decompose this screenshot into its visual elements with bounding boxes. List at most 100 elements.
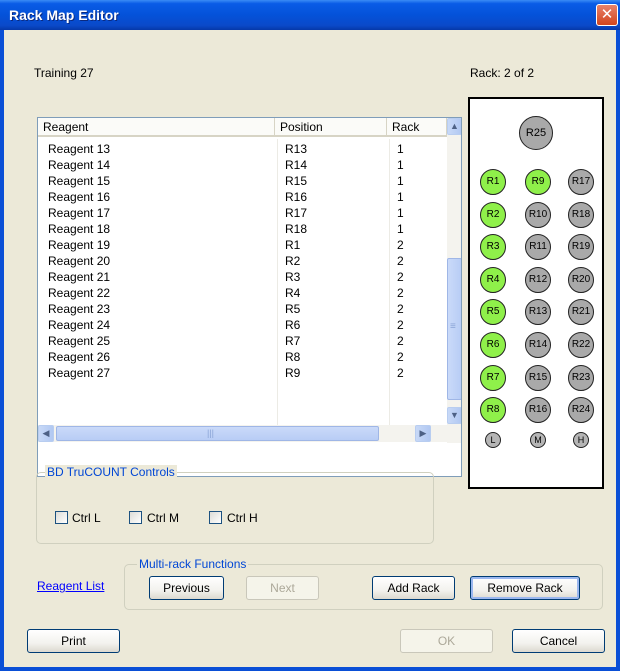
table-row[interactable]: Reagent 19 R1 2 [38,237,448,253]
print-button[interactable]: Print [27,629,120,653]
reagent-list-link[interactable]: Reagent List [37,579,104,593]
control-tube-h[interactable]: H [573,432,589,448]
tube-r23[interactable]: R23 [568,365,594,391]
table-row[interactable]: Reagent 15 R15 1 [38,173,448,189]
ctrl-l-checkbox[interactable] [55,511,68,524]
reagent-cell: Reagent 18 [48,222,111,236]
tube-r1[interactable]: R1 [480,169,506,195]
table-row[interactable]: Reagent 14 R14 1 [38,157,448,173]
horizontal-scroll-thumb[interactable]: ||| [56,426,379,441]
position-cell: R14 [285,158,308,172]
tube-r9[interactable]: R9 [525,169,551,195]
reagent-cell: Reagent 20 [48,254,111,268]
window-title: Rack Map Editor [9,7,119,23]
tube-r17[interactable]: R17 [568,169,594,195]
column-header-rack[interactable]: Rack [387,118,447,137]
ctrl-m-label: Ctrl M [147,511,179,525]
rack-cell: 1 [397,222,404,236]
tube-r25[interactable]: R25 [519,116,553,150]
tube-r14[interactable]: R14 [525,332,551,358]
table-row[interactable]: Reagent 13 R13 1 [38,141,448,157]
ctrl-m-checkbox[interactable] [129,511,142,524]
table-row[interactable]: Reagent 17 R17 1 [38,205,448,221]
next-button[interactable]: Next [246,576,319,600]
rack-cell: 2 [397,334,404,348]
position-cell: R8 [285,350,301,364]
reagent-cell: Reagent 15 [48,174,111,188]
scroll-up-icon[interactable]: ▲ [447,118,461,135]
previous-button[interactable]: Previous [149,576,224,600]
multirack-group-title: Multi-rack Functions [137,557,249,571]
tube-r8[interactable]: R8 [480,397,506,423]
ctrl-h-checkbox[interactable] [209,511,222,524]
reagent-table[interactable]: Reagent Position Rack Reagent 13 R13 1 Reag… [37,117,462,477]
add-rack-button[interactable]: Add Rack [372,576,455,600]
table-row[interactable]: Reagent 20 R2 2 [38,253,448,269]
scroll-right-icon[interactable]: ▶ [415,425,431,442]
ctrl-h-label: Ctrl H [227,511,258,525]
tube-r5[interactable]: R5 [480,299,506,325]
reagent-cell: Reagent 22 [48,286,111,300]
scroll-down-icon[interactable]: ▼ [447,407,461,424]
control-tube-m[interactable]: M [530,432,546,448]
table-row[interactable]: Reagent 21 R3 2 [38,269,448,285]
tube-r20[interactable]: R20 [568,267,594,293]
table-row[interactable]: Reagent 25 R7 2 [38,333,448,349]
tube-r3[interactable]: R3 [480,234,506,260]
tube-r12[interactable]: R12 [525,267,551,293]
table-row[interactable]: Reagent 18 R18 1 [38,221,448,237]
trucount-group-title: BD TruCOUNT Controls [45,465,177,479]
tube-r13[interactable]: R13 [525,299,551,325]
column-header-reagent[interactable]: Reagent [38,118,275,137]
horizontal-scrollbar[interactable]: ◀ ||| ▶ [38,425,447,442]
scroll-thumb[interactable]: ≡ [447,258,461,400]
reagent-cell: Reagent 16 [48,190,111,204]
remove-rack-button[interactable]: Remove Rack [470,576,580,600]
rack-cell: 1 [397,158,404,172]
position-cell: R17 [285,206,308,220]
table-row[interactable]: Reagent 26 R8 2 [38,349,448,365]
ctrl-l-label: Ctrl L [72,511,101,525]
vertical-scrollbar[interactable]: ▲ ≡ ▼ [447,118,461,443]
tube-r15[interactable]: R15 [525,365,551,391]
tube-r22[interactable]: R22 [568,332,594,358]
grip-icon: ||| [207,428,215,438]
column-header-position[interactable]: Position [275,118,387,137]
table-row[interactable]: Reagent 16 R16 1 [38,189,448,205]
rack-cell: 2 [397,350,404,364]
rack-cell: 2 [397,286,404,300]
reagent-cell: Reagent 24 [48,318,111,332]
tube-r16[interactable]: R16 [525,397,551,423]
tube-r19[interactable]: R19 [568,234,594,260]
rack-cell: 2 [397,366,404,380]
tube-r21[interactable]: R21 [568,299,594,325]
rack-cell: 1 [397,206,404,220]
position-cell: R13 [285,142,308,156]
table-row[interactable]: Reagent 24 R6 2 [38,317,448,333]
ok-button[interactable]: OK [400,629,493,653]
close-icon[interactable]: ✕ [596,4,618,26]
table-header: Reagent Position Rack [38,118,448,137]
tube-r11[interactable]: R11 [525,234,551,260]
tube-r2[interactable]: R2 [480,202,506,228]
table-row[interactable]: Reagent 22 R4 2 [38,285,448,301]
scroll-left-icon[interactable]: ◀ [38,425,54,442]
tube-r24[interactable]: R24 [568,397,594,423]
control-tube-l[interactable]: L [485,432,501,448]
reagent-cell: Reagent 21 [48,270,111,284]
rack-cell: 1 [397,174,404,188]
tube-r18[interactable]: R18 [568,202,594,228]
position-cell: R2 [285,254,301,268]
cancel-button[interactable]: Cancel [512,629,605,653]
tube-r10[interactable]: R10 [525,202,551,228]
tube-r7[interactable]: R7 [480,365,506,391]
rack-map-editor-window: Rack Map Editor ✕ Training 27 Rack: 2 of… [0,0,620,671]
table-row[interactable]: Reagent 27 R9 2 [38,365,448,381]
position-cell: R18 [285,222,308,236]
reagent-cell: Reagent 27 [48,366,111,380]
title-bar[interactable]: Rack Map Editor ✕ [0,0,620,30]
tube-r4[interactable]: R4 [480,267,506,293]
table-row[interactable]: Reagent 23 R5 2 [38,301,448,317]
rack-cell: 2 [397,302,404,316]
tube-r6[interactable]: R6 [480,332,506,358]
